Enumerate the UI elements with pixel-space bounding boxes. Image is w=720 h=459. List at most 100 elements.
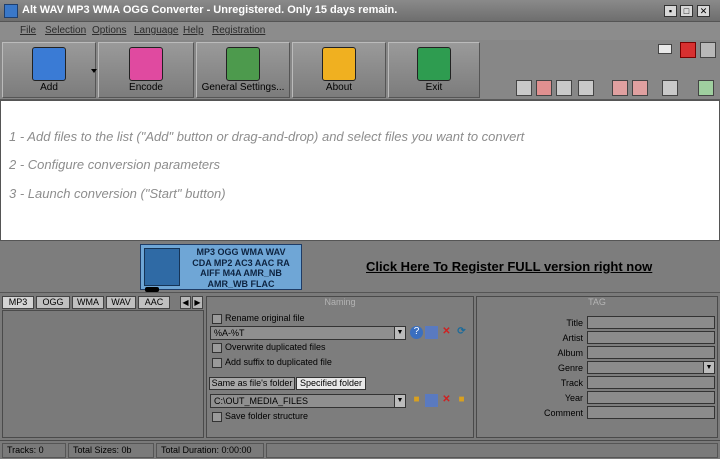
add-dropdown-arrow-icon[interactable] [91,69,97,73]
tab-wav[interactable]: WAV [106,296,136,309]
rename-original-label: Rename original file [225,313,305,323]
instruction-step-1: 1 - Add files to the list ("Add" button … [9,129,525,144]
tag-title-input[interactable] [587,316,715,329]
view-mode-icon[interactable] [662,80,678,96]
chevron-down-icon[interactable]: ▼ [703,362,714,373]
tab-scroll-right-icon[interactable]: ▶ [192,296,203,309]
format-tabs: MP3 OGG WMA WAV AAC ◀ ▶ [2,296,204,310]
minimize-button[interactable]: ▪ [664,5,677,17]
menu-bar: File Selection Options Language Help Reg… [0,22,720,40]
folder-open-icon[interactable]: ■ [410,394,423,407]
status-total-duration: Total Duration: 0:00:00 [156,443,264,458]
save-icon[interactable] [425,394,438,407]
menu-selection[interactable]: Selection [45,25,86,36]
formats-line: AIFF M4A AMR_NB [200,268,282,278]
toolbar: Add Encode General Settings... About Exi… [0,40,720,100]
status-bar: Tracks: 0 Total Sizes: 0b Total Duration… [0,440,720,459]
encode-button-label: Encode [129,82,163,93]
tag-album-input[interactable] [587,346,715,359]
volume-icon[interactable] [698,80,714,96]
general-settings-button[interactable]: General Settings... [196,42,290,98]
tag-album-label: Album [557,348,583,358]
save-folder-structure-checkbox[interactable] [212,412,222,422]
window-title: Alt WAV MP3 WMA OGG Converter - Unregist… [22,4,398,16]
menu-help[interactable]: Help [183,25,204,36]
document-icon[interactable] [578,80,594,96]
music-file-icon [144,248,180,286]
exit-button[interactable]: Exit [388,42,480,98]
pin-icon[interactable] [700,42,716,58]
add-suffix-label: Add suffix to duplicated file [225,357,332,367]
instruction-step-3: 3 - Launch conversion ("Start" button) [9,186,226,201]
monitor-stand [145,287,159,292]
refresh-icon[interactable]: ⟳ [455,326,468,339]
remove-selected-icon[interactable] [612,80,628,96]
menu-options[interactable]: Options [92,25,126,36]
delete-icon[interactable] [680,42,696,58]
menu-file[interactable]: File [20,25,36,36]
tab-specified-folder[interactable]: Specified folder [296,377,366,390]
file-list-area[interactable]: 1 - Add files to the list ("Add" button … [0,100,720,241]
title-bar: Alt WAV MP3 WMA OGG Converter - Unregist… [0,0,720,22]
chevron-down-icon[interactable]: ▼ [394,327,405,339]
settings-icon [226,47,260,81]
naming-pattern-select[interactable]: %A-%T ▼ [210,326,406,340]
status-tracks: Tracks: 0 [2,443,66,458]
deselect-icon[interactable] [536,80,552,96]
encode-icon [129,47,163,81]
naming-title: Naming [324,297,356,307]
close-button[interactable]: ✕ [697,5,710,17]
menu-language[interactable]: Language [134,25,179,36]
formats-list: MP3 OGG WMA WAV CDA MP2 AC3 AAC RA AIFF … [183,247,299,289]
invert-selection-icon[interactable] [556,80,572,96]
save-folder-structure-label: Save folder structure [225,411,309,421]
folder-browse-icon[interactable]: ■ [455,394,468,407]
register-link[interactable]: Click Here To Register FULL version righ… [366,259,652,274]
tag-year-input[interactable] [587,391,715,404]
delete-icon[interactable]: ✕ [440,326,453,339]
tag-genre-label: Genre [557,363,583,373]
formats-line: AMR_WB FLAC [207,278,275,289]
chevron-down-icon[interactable]: ▼ [394,395,405,407]
tab-mp3[interactable]: MP3 [2,296,34,309]
tab-wma[interactable]: WMA [72,296,104,309]
tag-comment-input[interactable] [587,406,715,419]
tab-ogg[interactable]: OGG [36,296,70,309]
menu-registration[interactable]: Registration [212,25,265,36]
formats-line: MP3 OGG WMA WAV [196,247,286,257]
info-icon [322,47,356,81]
delete-icon[interactable]: ✕ [440,394,453,407]
tag-genre-select[interactable]: ▼ [587,361,715,374]
rename-original-checkbox[interactable] [212,314,222,324]
help-icon[interactable]: ? [410,326,423,339]
naming-panel: Naming Rename original file %A-%T ▼ ? ✕ … [206,296,474,438]
add-button-label: Add [40,82,58,93]
add-suffix-checkbox[interactable] [212,358,222,368]
format-settings-panel [2,310,204,438]
status-extra [266,443,718,458]
formats-line: CDA MP2 AC3 AAC RA [192,257,290,268]
remove-all-icon[interactable] [632,80,648,96]
add-button[interactable]: Add [2,42,97,98]
formats-banner[interactable]: MP3 OGG WMA WAV CDA MP2 AC3 AAC RA AIFF … [140,244,302,290]
about-button-label: About [325,82,353,93]
app-icon [4,4,18,18]
tab-aac[interactable]: AAC [138,296,170,309]
about-button[interactable]: About [292,42,386,98]
overwrite-checkbox[interactable] [212,343,222,353]
tag-track-input[interactable] [587,376,715,389]
naming-pattern-value: %A-%T [214,328,245,338]
encode-button[interactable]: Encode [98,42,194,98]
tag-artist-label: Artist [562,333,583,343]
tag-artist-input[interactable] [587,331,715,344]
output-folder-select[interactable]: C:\OUT_MEDIA_FILES ▼ [210,394,406,408]
window-icon[interactable] [658,44,672,54]
folder-add-icon [32,47,66,81]
maximize-button[interactable]: □ [680,5,693,17]
tab-scroll-left-icon[interactable]: ◀ [180,296,191,309]
tag-comment-label: Comment [543,408,583,418]
select-all-icon[interactable] [516,80,532,96]
tag-panel: TAG Title Artist Album Genre ▼ Track Yea… [476,296,718,438]
tab-same-folder[interactable]: Same as file's folder [209,377,295,390]
save-icon[interactable] [425,326,438,339]
